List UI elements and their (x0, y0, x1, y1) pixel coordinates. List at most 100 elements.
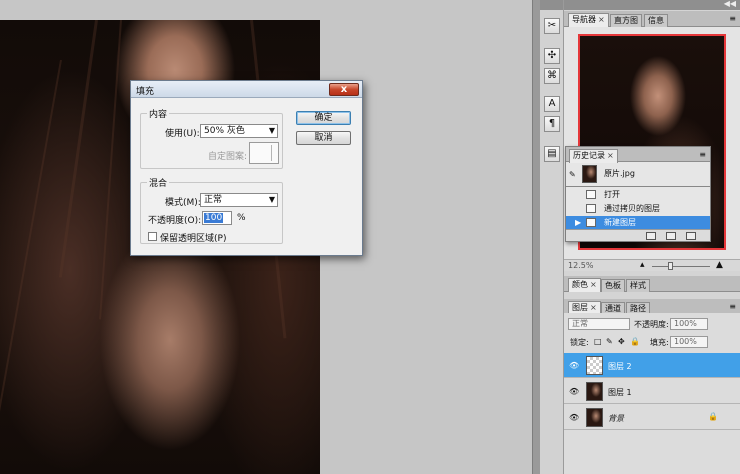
eye-icon[interactable]: 👁 (569, 413, 579, 422)
lock-transparent-icon[interactable]: □ (594, 337, 602, 346)
preserve-transparency-label[interactable]: 保留透明区域(P) (160, 231, 226, 244)
brush-tool-icon[interactable]: ✂ (544, 18, 560, 34)
history-step-icon (586, 204, 596, 213)
collapsed-panel-strip: ✂ ✣ ⌘ A ¶ ▤ (540, 0, 564, 474)
layer-row[interactable]: 👁 背景 🔒 (564, 405, 740, 430)
panel-menu-icon[interactable]: ≡ (699, 150, 706, 159)
layers-body: 正常 不透明度: 100% 锁定: □ ✎ ✥ 🔒 填充: 100% 👁 图层 … (564, 313, 740, 474)
history-item[interactable]: 通过拷贝的图层 (566, 202, 710, 215)
tab-swatches[interactable]: 色板 (601, 279, 625, 292)
cancel-button[interactable]: 取消 (296, 131, 351, 145)
clone-source-icon[interactable]: ✣ (544, 48, 560, 64)
zoom-slider-handle[interactable] (668, 262, 673, 270)
layer-blend-mode-select[interactable]: 正常 (568, 318, 630, 330)
tab-layers-label: 图层 (572, 303, 588, 312)
lock-label: 锁定: (570, 338, 589, 347)
close-icon[interactable]: × (598, 15, 605, 24)
tab-navigator-label: 导航器 (572, 15, 596, 24)
layer-name: 背景 (608, 414, 624, 423)
tab-color-label: 颜色 (572, 280, 588, 289)
chevron-down-icon: ▼ (268, 195, 275, 204)
paragraph-icon[interactable]: ¶ (544, 116, 560, 132)
mode-select[interactable]: 正常 ▼ (200, 193, 278, 207)
layer-thumbnail (586, 408, 603, 427)
close-icon[interactable]: × (590, 280, 597, 289)
tab-histogram-label: 直方图 (614, 16, 638, 25)
history-snapshot[interactable]: ✎ 原片.jpg (566, 164, 710, 184)
panel-menu-icon[interactable]: ≡ (729, 14, 736, 23)
navigator-panel-header: 导航器 × 直方图 信息 ≡ (564, 11, 740, 27)
layer-opacity-value: 100% (674, 319, 697, 328)
close-button[interactable]: x (329, 83, 359, 96)
history-item-label: 打开 (604, 190, 620, 199)
history-item-label: 新建图层 (604, 218, 636, 227)
lock-all-icon[interactable]: 🔒 (630, 337, 640, 346)
tab-styles-label: 样式 (630, 281, 646, 290)
fill-label: 填充: (650, 338, 669, 347)
hair-strand (0, 59, 62, 435)
snapshot-name: 原片.jpg (604, 169, 635, 178)
new-snapshot-icon[interactable] (666, 232, 676, 240)
lock-icon: 🔒 (708, 412, 718, 421)
layer-row[interactable]: 👁 图层 1 (564, 379, 740, 404)
zoom-out-icon[interactable]: ▴ (640, 260, 645, 270)
panel-menu-icon[interactable]: ≡ (729, 302, 736, 311)
history-state-slider-icon[interactable]: ▶ (575, 216, 581, 229)
tab-swatches-label: 色板 (605, 281, 621, 290)
zoom-in-icon[interactable]: ▲ (716, 260, 723, 270)
history-item[interactable]: 打开 (566, 188, 710, 201)
ok-button[interactable]: 确定 (296, 111, 351, 125)
snapshot-thumbnail (582, 165, 597, 183)
tab-navigator[interactable]: 导航器 × (568, 13, 609, 27)
tab-styles[interactable]: 样式 (626, 279, 650, 292)
content-group-legend: 内容 (147, 107, 170, 120)
dialog-title: 填充 (136, 87, 155, 97)
use-select-value: 50% 灰色 (204, 126, 245, 136)
opacity-input-value: 100 (204, 213, 224, 223)
layer-opacity-input[interactable]: 100% (670, 318, 708, 330)
mode-select-value: 正常 (204, 195, 223, 205)
lock-position-icon[interactable]: ✥ (618, 337, 625, 346)
tab-history[interactable]: 历史记录 × (569, 149, 618, 163)
tab-paths-label: 路径 (630, 304, 646, 313)
tab-info[interactable]: 信息 (644, 14, 668, 27)
mode-label: 模式(M): (165, 198, 201, 208)
new-document-from-state-icon[interactable] (646, 232, 656, 240)
panel-dock-divider[interactable] (532, 0, 540, 474)
layer-row[interactable]: 👁 图层 2 (564, 353, 740, 378)
history-step-icon (586, 190, 596, 199)
chevron-down-icon: ▼ (268, 126, 275, 135)
history-footer (566, 229, 710, 241)
opacity-input[interactable]: 100 (202, 211, 232, 225)
history-panel-icon[interactable]: ▤ (544, 146, 560, 162)
snapshot-brush-icon: ✎ (569, 170, 576, 179)
use-select[interactable]: 50% 灰色 ▼ (200, 124, 278, 138)
tool-presets-icon[interactable]: ⌘ (544, 68, 560, 84)
layer-opacity-label: 不透明度: (634, 320, 669, 329)
opacity-label: 不透明度(O): (148, 216, 202, 226)
tab-histogram[interactable]: 直方图 (610, 14, 642, 27)
zoom-value[interactable]: 12.5% (568, 261, 593, 270)
eye-icon[interactable]: 👁 (569, 387, 579, 396)
history-step-icon (586, 218, 596, 227)
collapse-arrows-icon[interactable]: ◀◀ (724, 0, 736, 8)
trash-icon[interactable] (686, 232, 696, 240)
history-panel: 历史记录 × ≡ ✎ 原片.jpg 打开 通过拷贝的图层 ▶ 新建图层 (565, 146, 711, 242)
preserve-transparency-checkbox[interactable] (148, 232, 157, 241)
layer-fill-value: 100% (674, 337, 697, 346)
zoom-slider-track[interactable] (652, 266, 710, 267)
custom-pattern-picker[interactable] (249, 142, 279, 164)
strip-grip[interactable] (540, 0, 563, 10)
tab-color[interactable]: 颜色 × (568, 278, 601, 292)
close-icon[interactable]: × (607, 151, 614, 160)
layer-name: 图层 2 (608, 362, 632, 371)
history-panel-header[interactable]: 历史记录 × ≡ (566, 147, 710, 163)
panel-grip[interactable]: ◀◀ (564, 0, 740, 10)
layer-fill-input[interactable]: 100% (670, 336, 708, 348)
character-icon[interactable]: A (544, 96, 560, 112)
lock-image-icon[interactable]: ✎ (606, 337, 613, 346)
dialog-titlebar[interactable]: 填充 x (131, 81, 362, 98)
eye-icon[interactable]: 👁 (569, 361, 579, 370)
close-icon[interactable]: × (590, 303, 597, 312)
history-item[interactable]: ▶ 新建图层 (566, 216, 710, 229)
